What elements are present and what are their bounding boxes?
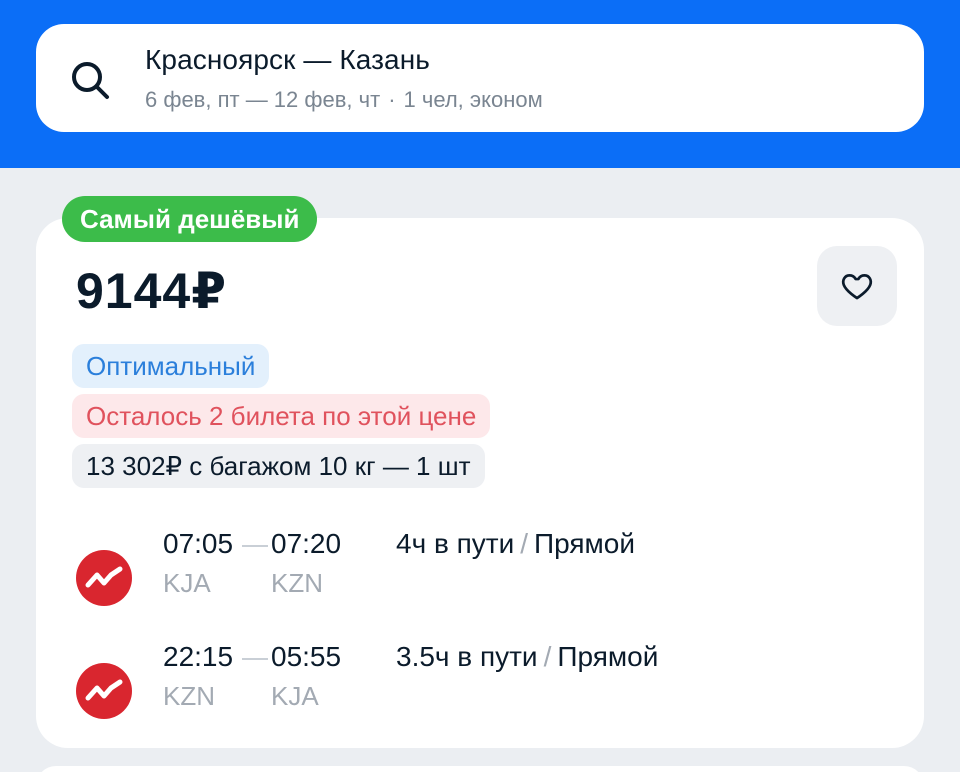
baggage-price-tag[interactable]: 13 302₽ с багажом 10 кг — 1 шт (72, 444, 485, 488)
search-summary-card[interactable] (36, 24, 924, 132)
search-details: 6 фев, пт — 12 фев, чт · 1 чел, эконом (145, 87, 543, 113)
airline-logo-icon (76, 550, 132, 606)
optimal-tag: Оптимальный (72, 344, 270, 388)
cheapest-badge: Самый дешёвый (62, 196, 318, 242)
search-icon[interactable] (66, 56, 114, 104)
heart-icon (841, 274, 873, 300)
arrival-airport-code: KJA (271, 681, 319, 711)
flight-type: Прямой (557, 641, 659, 672)
offer-price: 9144₽ (76, 263, 228, 319)
duration-text: 3.5ч в пути (396, 641, 538, 672)
dates-text: 6 фев, пт — 12 фев, чт (145, 87, 381, 112)
flight-segment-return[interactable]: 22:15 05:55 KZN KJA 3.5ч в пути / Прямой (0, 641, 960, 731)
flight-type: Прямой (534, 528, 636, 559)
favorite-button[interactable] (817, 246, 897, 326)
departure-time: 22:15 (163, 641, 234, 672)
departure-airport-code: KJA (163, 568, 211, 598)
time-separator-line (242, 658, 268, 660)
slash-divider: / (520, 528, 529, 559)
duration-text: 4ч в пути (396, 528, 515, 559)
flight-duration: 3.5ч в пути / Прямой (396, 641, 658, 673)
separator-dot: · (388, 87, 396, 112)
route-title: Красноярск — Казань (145, 44, 430, 75)
flight-duration: 4ч в пути / Прямой (396, 528, 635, 560)
passengers-text: 1 чел, эконом (403, 87, 543, 112)
slash-divider: / (543, 641, 552, 672)
flight-segment-outbound[interactable]: 07:05 07:20 KJA KZN 4ч в пути / Прямой (0, 528, 960, 618)
arrival-airport-code: KZN (271, 568, 323, 598)
arrival-time: 07:20 (271, 528, 342, 559)
departure-airport-code: KZN (163, 681, 215, 711)
arrival-time: 05:55 (271, 641, 342, 672)
departure-time: 07:05 (163, 528, 234, 559)
tickets-remaining-tag: Осталось 2 билета по этой цене (72, 394, 491, 438)
time-separator-line (242, 545, 268, 547)
next-offer-card[interactable] (36, 766, 924, 772)
airline-logo-icon (76, 663, 132, 719)
